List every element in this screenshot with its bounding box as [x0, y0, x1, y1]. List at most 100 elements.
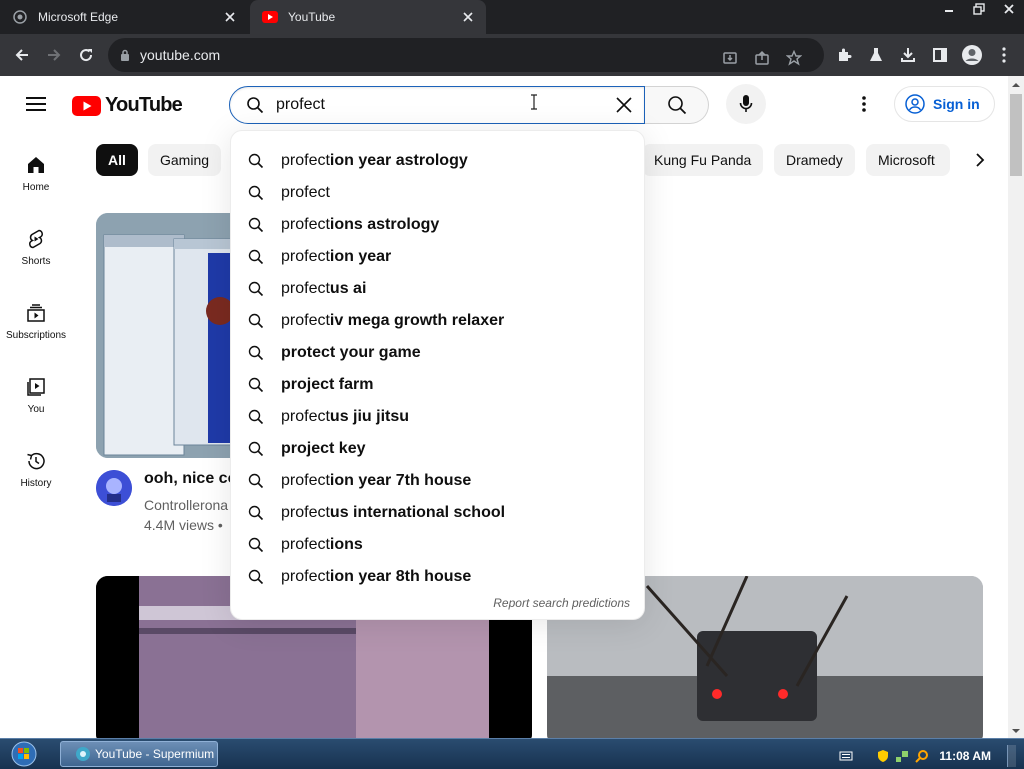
search-suggestion[interactable]: profectus jiu jitsu	[231, 401, 644, 433]
search-suggestion[interactable]: profectus ai	[231, 273, 644, 305]
search-icon	[248, 345, 268, 361]
close-tab-icon[interactable]	[222, 9, 238, 25]
suggestion-text: profections astrology	[281, 216, 440, 233]
back-arrow-icon[interactable]	[6, 39, 38, 71]
bookmark-star-icon[interactable]	[778, 42, 810, 74]
search-suggestion[interactable]: profections	[231, 529, 644, 561]
guide-item-shorts[interactable]: Shorts	[0, 214, 72, 288]
hamburger-menu-icon[interactable]	[20, 88, 52, 120]
search-suggestion[interactable]: profection year astrology	[231, 145, 644, 177]
guide-item-home[interactable]: Home	[0, 140, 72, 214]
shorts-icon	[29, 229, 43, 249]
forward-arrow-icon[interactable]	[38, 39, 70, 71]
settings-menu-icon[interactable]	[848, 88, 880, 120]
guide-label: Shorts	[21, 256, 51, 267]
search-icon	[248, 409, 268, 425]
taskbar-window-label: YouTube - Supermium	[95, 747, 215, 761]
search-suggestion[interactable]: profection year 8th house	[231, 561, 644, 593]
guide-item-you[interactable]: You	[0, 362, 72, 436]
chip-microsoft[interactable]: Microsoft	[866, 144, 950, 176]
search-suggestion[interactable]: profections astrology	[231, 209, 644, 241]
address-url: youtube.com	[140, 47, 221, 63]
search-icon	[248, 281, 268, 297]
voice-search-button[interactable]	[726, 84, 766, 124]
tab-title: Microsoft Edge	[38, 10, 119, 24]
scroll-up-arrow-icon[interactable]	[1008, 80, 1024, 90]
suggestion-text: protect your game	[281, 344, 421, 361]
search-tray-icon[interactable]	[915, 749, 929, 763]
history-icon	[27, 452, 45, 470]
guide-item-history[interactable]: History	[0, 436, 72, 510]
extensions-puzzle-icon[interactable]	[828, 39, 860, 71]
video-title[interactable]: ooh, nice co	[144, 470, 237, 488]
clear-search-icon[interactable]	[608, 89, 640, 121]
restore-icon[interactable]	[964, 0, 994, 18]
taskbar-window-button[interactable]: YouTube - Supermium	[60, 741, 218, 767]
guide-item-subscriptions[interactable]: Subscriptions	[0, 288, 72, 362]
minimize-icon[interactable]	[934, 0, 964, 18]
supermium-app-icon	[75, 746, 91, 762]
guide-label: You	[27, 404, 45, 415]
labs-flask-icon[interactable]	[860, 39, 892, 71]
search-icon	[667, 96, 686, 115]
page-scrollbar[interactable]	[1008, 76, 1024, 738]
security-shield-icon[interactable]	[877, 749, 889, 763]
reload-icon[interactable]	[70, 39, 102, 71]
install-app-icon[interactable]	[714, 42, 746, 74]
suggestion-text: profect	[281, 184, 330, 201]
chevron-right-icon[interactable]	[964, 144, 996, 176]
search-box[interactable]	[229, 86, 645, 124]
scroll-down-arrow-icon[interactable]	[1008, 726, 1024, 736]
tab-youtube[interactable]: YouTube	[250, 0, 486, 34]
youtube-logo[interactable]: YouTube	[72, 94, 183, 117]
chip-all[interactable]: All	[96, 144, 138, 176]
keyboard-icon[interactable]	[839, 750, 853, 762]
suggestion-text: profection year 7th house	[281, 472, 472, 489]
chip-dramedy[interactable]: Dramedy	[774, 144, 855, 176]
search-button[interactable]	[645, 86, 709, 124]
search-icon	[248, 441, 268, 457]
guide-label: Subscriptions	[5, 330, 67, 341]
tab-microsoft-edge[interactable]: Microsoft Edge	[0, 0, 248, 34]
chip-gaming[interactable]: Gaming	[148, 144, 222, 176]
search-suggestion[interactable]: project farm	[231, 369, 644, 401]
side-panel-icon[interactable]	[924, 39, 956, 71]
search-suggestion[interactable]: profectiv mega growth relaxer	[231, 305, 644, 337]
edge-globe-icon	[12, 9, 28, 25]
system-tray: 11:08 AM	[839, 745, 1016, 767]
address-bar[interactable]: youtube.com	[108, 38, 824, 72]
downloads-icon[interactable]	[892, 39, 924, 71]
mini-guide: Home Shorts Subscriptions You History	[0, 140, 72, 510]
text-cursor-icon	[530, 94, 538, 115]
browser-menu-icon[interactable]	[988, 39, 1020, 71]
sign-in-button[interactable]: Sign in	[894, 86, 995, 122]
guide-label: History	[20, 478, 52, 489]
search-suggestion[interactable]: profect	[231, 177, 644, 209]
network-icon[interactable]	[895, 749, 909, 763]
suggestion-text: project farm	[281, 376, 374, 393]
profile-avatar-icon[interactable]	[956, 39, 988, 71]
search-icon	[248, 569, 268, 585]
search-icon	[248, 473, 268, 489]
close-window-icon[interactable]	[994, 0, 1024, 18]
microphone-icon	[739, 95, 753, 112]
search-suggestion[interactable]: protect your game	[231, 337, 644, 369]
search-suggestion[interactable]: project key	[231, 433, 644, 465]
show-desktop-button[interactable]	[1007, 745, 1016, 767]
search-suggestion[interactable]: profection year	[231, 241, 644, 273]
browser-toolbar: youtube.com	[0, 34, 1024, 76]
report-search-predictions-link[interactable]: Report search predictions	[493, 596, 630, 610]
start-button-icon[interactable]	[8, 741, 40, 767]
you-icon	[27, 378, 45, 396]
channel-avatar[interactable]	[96, 470, 132, 506]
suggestion-text: profectus jiu jitsu	[281, 408, 410, 425]
video-channel-name[interactable]: Controllerona	[144, 497, 228, 513]
suggestion-text: profectus international school	[281, 504, 506, 521]
lock-icon	[120, 49, 130, 61]
share-icon[interactable]	[746, 42, 778, 74]
search-suggestion[interactable]: profectus international school	[231, 497, 644, 529]
chip-kung-fu-panda[interactable]: Kung Fu Panda	[642, 144, 764, 176]
search-suggestion[interactable]: profection year 7th house	[231, 465, 644, 497]
scrollbar-thumb[interactable]	[1010, 94, 1022, 176]
close-tab-icon[interactable]	[460, 9, 476, 25]
